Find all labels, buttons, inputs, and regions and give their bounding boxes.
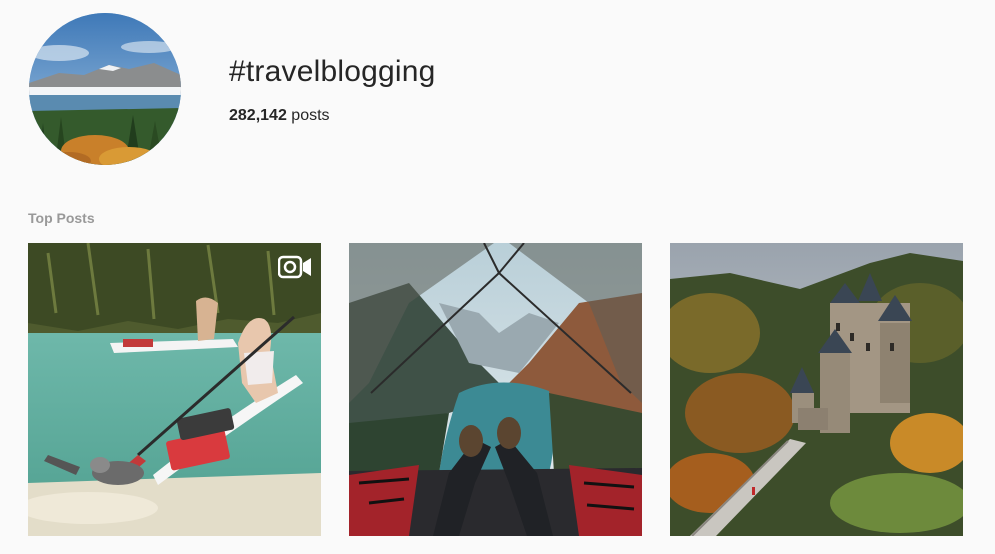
video-camera-icon bbox=[278, 254, 312, 280]
top-post-tent-lake[interactable] bbox=[349, 243, 642, 536]
top-posts-heading: Top Posts bbox=[28, 210, 95, 226]
post-count-number: 282,142 bbox=[229, 107, 287, 124]
post-count: 282,142 posts bbox=[229, 106, 330, 126]
top-post-castle[interactable] bbox=[670, 243, 963, 536]
post-count-suffix: posts bbox=[291, 107, 330, 124]
top-post-paddleboard[interactable] bbox=[28, 243, 321, 536]
hashtag-avatar bbox=[29, 13, 181, 165]
hashtag-title: #travelblogging bbox=[229, 55, 436, 88]
